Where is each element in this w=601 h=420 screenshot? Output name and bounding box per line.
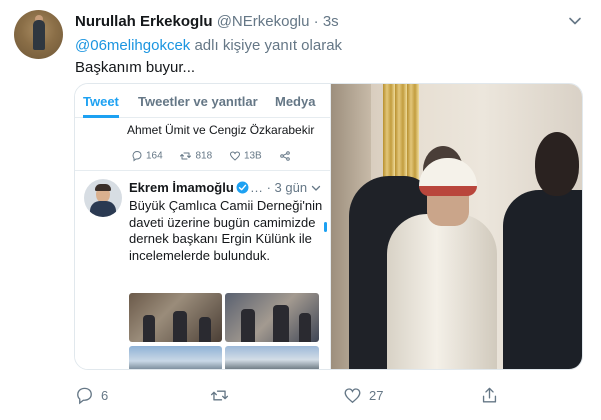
quoted-photo [129, 346, 222, 369]
quoted-author-name-text: Ekrem İmamoğlu [129, 180, 234, 195]
reply-suffix: adlı kişiye yanıt olarak [190, 37, 343, 54]
quoted-time: … · 3 gün [250, 180, 308, 195]
previous-like-count: 13B [243, 150, 262, 162]
author-name[interactable]: Nurullah Erkekoglu [75, 13, 213, 30]
previous-tweet-text: Ahmet Ümit ve Cengiz Özkarabekir [127, 123, 315, 137]
like-count: 27 [369, 388, 384, 403]
quoted-tweet-text: Büyük Çamlıca Camii Derneği'nin daveti ü… [129, 198, 323, 263]
reply-count: 6 [101, 388, 109, 403]
previous-tweet-actions: 164 818 13B [131, 150, 308, 162]
chevron-down-icon [311, 185, 321, 191]
tweet: Nurullah Erkekoglu @NErkekoglu · 3s @06m… [0, 0, 601, 420]
tab-media: Medya [275, 94, 316, 109]
like-icon [229, 151, 240, 161]
quoted-photo [225, 293, 319, 342]
reply-context: @06melihgokcek adlı kişiye yanıt olarak [75, 37, 342, 54]
share-icon [482, 387, 497, 403]
like-icon [344, 388, 361, 404]
attached-screenshot[interactable]: Tweet Tweetler ve yanıtlar Medya Ahmet Ü… [75, 84, 331, 369]
tweet-header: Nurullah Erkekoglu @NErkekoglu · 3s [75, 13, 339, 30]
reply-icon [132, 150, 142, 162]
tweet-divider [75, 170, 330, 171]
retweet-icon [210, 390, 229, 401]
tab-tweet: Tweet [83, 94, 119, 109]
reply-icon [77, 387, 92, 405]
avatar[interactable] [14, 10, 63, 59]
quoted-photos [129, 293, 319, 369]
tweet-actions: 6 27 [75, 384, 505, 408]
quoted-author-name: Ekrem İmamoğlu [129, 180, 249, 195]
tweet-time[interactable]: 3s [323, 13, 339, 30]
scroll-indicator [324, 222, 327, 232]
media-grid[interactable]: Tweet Tweetler ve yanıtlar Medya Ahmet Ü… [74, 83, 583, 370]
previous-reply-count: 164 [146, 150, 163, 162]
separator-dot: · [313, 13, 319, 30]
retweet-icon [180, 152, 192, 160]
tab-tweets-and-replies: Tweetler ve yanıtlar [138, 94, 258, 109]
author-handle[interactable]: @NErkekoglu [217, 13, 310, 30]
profile-tabs: Tweet Tweetler ve yanıtlar Medya [75, 84, 330, 118]
previous-retweet-count: 818 [195, 150, 213, 162]
verified-icon [236, 181, 249, 194]
quoted-photo [129, 293, 222, 342]
active-tab-indicator [83, 115, 119, 118]
share-icon [279, 151, 290, 161]
reply-mention-link[interactable]: @06melihgokcek [75, 37, 190, 54]
attached-photo[interactable] [331, 84, 582, 369]
quoted-photo [225, 346, 319, 369]
chevron-down-icon[interactable] [568, 14, 582, 28]
tweet-text: Başkanım buyur... [75, 59, 196, 76]
quoted-avatar [84, 179, 122, 217]
